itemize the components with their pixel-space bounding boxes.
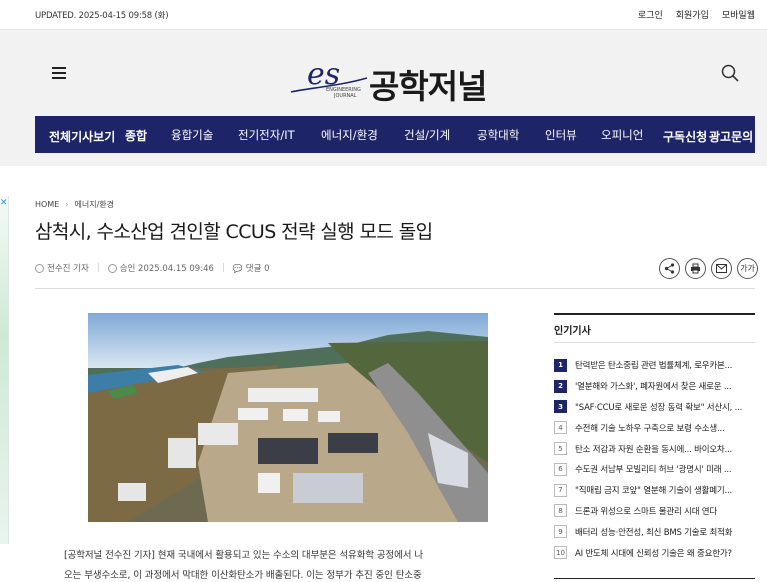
- chevron-right-icon: ›: [65, 200, 69, 209]
- popular-item[interactable]: 6 수도권 서남부 모빌리티 허브 '광명시' 미래 ...: [554, 459, 755, 480]
- print-icon[interactable]: [685, 258, 706, 279]
- breadcrumb-home[interactable]: HOME: [35, 200, 59, 209]
- rank-badge: 5: [554, 442, 567, 456]
- comment-icon: 💬: [232, 263, 243, 273]
- popular-item[interactable]: 7 "직매립 금지 코앞" 열분해 기술이 생활폐기...: [554, 480, 755, 501]
- email-icon[interactable]: [711, 258, 732, 279]
- article-body-line: 오는 부생수소로, 이 과정에서 막대한 이산화탄소가 배출된다. 이는 정부가…: [64, 570, 422, 581]
- popular-item-title[interactable]: 수도권 서남부 모빌리티 허브 '광명시' 미래 ...: [575, 463, 755, 475]
- rank-badge: 10: [554, 546, 567, 560]
- rank-badge: 7: [554, 483, 567, 497]
- popular-item[interactable]: 1 탄력받은 탄소중립 관련 법률체계, 로우카본...: [554, 355, 755, 376]
- article-body: [공학저널 전수진 기자] 현재 국내에서 활용되고 있는 수소의 대부분은 석…: [64, 546, 514, 582]
- article-body-line: [공학저널 전수진 기자] 현재 국내에서 활용되고 있는 수소의 대부분은 석…: [64, 550, 424, 561]
- rank-badge: 6: [554, 462, 567, 476]
- popular-bottom-rule: [554, 578, 755, 579]
- popular-item[interactable]: 2 '열분해와 가스화', 폐자원에서 찾은 새로운 ...: [554, 376, 755, 397]
- popular-item-title[interactable]: "직매립 금지 코앞" 열분해 기술이 생활폐기...: [575, 484, 755, 496]
- rank-badge: 2: [554, 379, 567, 393]
- nav-item-electrical-it[interactable]: 전기전자/IT: [238, 127, 295, 143]
- article-reporter[interactable]: 전수진 기자: [47, 262, 89, 274]
- article-title: 삼척시, 수소산업 견인할 CCUS 전략 실행 모드 돌입: [35, 221, 433, 243]
- user-icon: [35, 263, 44, 273]
- breadcrumb: HOME › 에너지/환경: [35, 199, 114, 210]
- ad-close-icon[interactable]: ✕: [0, 198, 8, 208]
- top-links: 로그인 회원가입 모바일웹: [638, 8, 755, 21]
- mobile-web-link[interactable]: 모바일웹: [722, 8, 755, 21]
- logo-mark-icon: es ENGINEERING JOURNAL: [290, 57, 368, 99]
- updated-timestamp: UPDATED. 2025-04-15 09:58 (화): [35, 11, 169, 21]
- clock-icon: [107, 263, 117, 273]
- nav-item-opinion[interactable]: 오피니언: [601, 127, 643, 143]
- popular-item-title[interactable]: "SAF·CCU로 새로운 성장 동력 확보" 서산시, ...: [575, 401, 755, 413]
- site-header: es ENGINEERING JOURNAL 공학저널 전체기사보기 종합 융합…: [0, 30, 767, 166]
- article-comments[interactable]: 댓글 0: [246, 262, 270, 274]
- popular-item[interactable]: 4 수전해 기술 노하우 구축으로 보령 수소생...: [554, 417, 755, 438]
- nav-item-interview[interactable]: 인터뷰: [545, 127, 577, 143]
- font-size-button[interactable]: 가가: [737, 258, 758, 279]
- popular-divider: [554, 342, 755, 343]
- popular-item-title[interactable]: AI 반도체 시대에 신뢰성 기술은 왜 중요한가?: [575, 547, 755, 559]
- breadcrumb-section[interactable]: 에너지/환경: [74, 200, 114, 209]
- share-icon[interactable]: [659, 258, 680, 279]
- popular-item-title[interactable]: '열분해와 가스화', 폐자원에서 찾은 새로운 ...: [575, 380, 755, 392]
- popular-item-title[interactable]: 수전해 기술 노하우 구축으로 보령 수소생...: [575, 422, 755, 434]
- popular-item-title[interactable]: 배터리 성능·안전성, 최신 BMS 기술로 최적화: [575, 526, 755, 538]
- popular-list: 1 탄력받은 탄소중립 관련 법률체계, 로우카본... 2 '열분해와 가스화',…: [554, 355, 755, 563]
- nav-subscribe[interactable]: 구독신청: [663, 128, 707, 145]
- article-approved: 승인 2025.04.15 09:46: [119, 264, 214, 274]
- nav-ad-inquiry[interactable]: 광고문의: [709, 128, 753, 145]
- popular-item-title[interactable]: 탄력받은 탄소중립 관련 법률체계, 로우카본...: [575, 359, 755, 371]
- nav-item-construction[interactable]: 건설/기계: [404, 127, 450, 143]
- search-icon[interactable]: [721, 64, 739, 82]
- nav-item-energy[interactable]: 에너지/환경: [321, 127, 378, 143]
- rank-badge: 4: [554, 421, 567, 435]
- rank-badge: 9: [554, 525, 567, 539]
- top-utility-bar: UPDATED. 2025-04-15 09:58 (화) 로그인 회원가입 모…: [0, 0, 767, 30]
- article-photo: [88, 313, 488, 522]
- hydrogen-facility-aerial-photo: [88, 313, 488, 522]
- popular-item[interactable]: 5 탄소 저감과 자원 순환을 동시에... 바이오차...: [554, 438, 755, 459]
- popular-item[interactable]: 10 AI 반도체 시대에 신뢰성 기술은 왜 중요한가?: [554, 542, 755, 563]
- signup-link[interactable]: 회원가입: [676, 8, 709, 21]
- popular-heading: 인기기사: [554, 313, 755, 337]
- rank-badge: 8: [554, 504, 567, 518]
- logo-sub-text-2: JOURNAL: [333, 93, 357, 99]
- logo-title: 공학저널: [369, 67, 487, 106]
- side-banner-ad[interactable]: [0, 196, 9, 544]
- popular-item[interactable]: 8 드론과 위성으로 스마트 물관리 시대 연다: [554, 501, 755, 522]
- header-divider: [35, 288, 755, 289]
- share-tools: 가가: [659, 258, 758, 279]
- rank-badge: 1: [554, 358, 567, 372]
- menu-icon[interactable]: [52, 67, 66, 79]
- nav-item-convergence[interactable]: 융합기술: [171, 127, 213, 143]
- login-link[interactable]: 로그인: [638, 8, 663, 21]
- nav-item-general[interactable]: 종합: [125, 127, 147, 144]
- popular-item-title[interactable]: 탄소 저감과 자원 순환을 동시에... 바이오차...: [575, 443, 755, 455]
- site-logo[interactable]: es ENGINEERING JOURNAL 공학저널: [289, 48, 504, 106]
- popular-item[interactable]: 9 배터리 성능·안전성, 최신 BMS 기술로 최적화: [554, 521, 755, 542]
- rank-badge: 3: [554, 400, 567, 414]
- nav-item-engineering-college[interactable]: 공학대학: [477, 127, 519, 143]
- nav-all-articles[interactable]: 전체기사보기: [49, 128, 115, 145]
- popular-item-title[interactable]: 드론과 위성으로 스마트 물관리 시대 연다: [575, 505, 755, 517]
- main-nav: 전체기사보기 종합 융합기술 전기전자/IT 에너지/환경 건설/기계 공학대학…: [35, 116, 755, 153]
- article-meta: 전수진 기자 | 승인 2025.04.15 09:46 | 💬 댓글 0: [35, 262, 270, 274]
- popular-item[interactable]: 3 "SAF·CCU로 새로운 성장 동력 확보" 서산시, ...: [554, 397, 755, 418]
